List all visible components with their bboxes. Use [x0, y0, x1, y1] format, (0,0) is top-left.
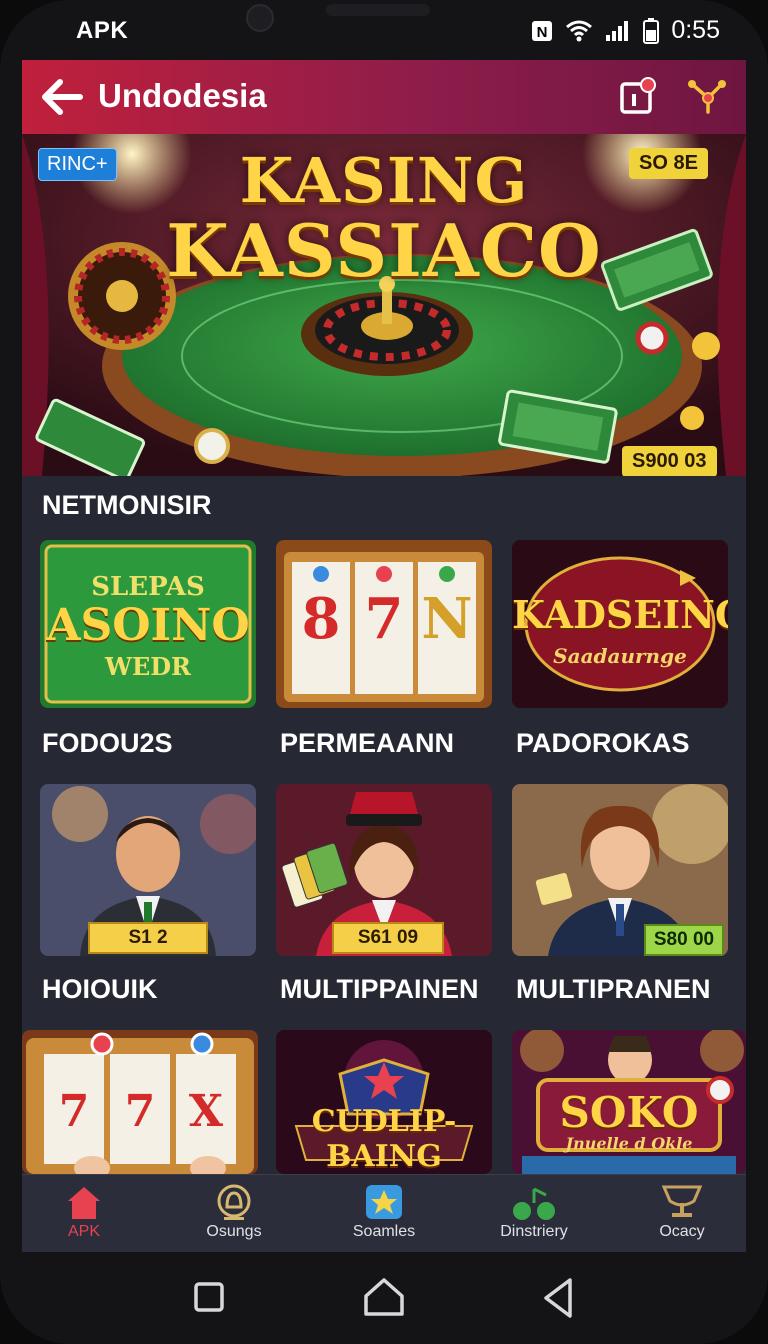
- tile-1-line2: ASOINO: [46, 600, 250, 651]
- tile-6-price-tag: S80 00: [644, 924, 724, 956]
- phone-frame: APK N 0:55 Undodesia RINC+ SO 8E S900 03…: [0, 0, 768, 1344]
- nav-label-dinstriery: Dinstriery: [500, 1223, 568, 1240]
- app-screen: Undodesia RINC+ SO 8E S900 03 KASING KAS…: [22, 60, 746, 1252]
- banner-badge-bottom: S900 03: [622, 446, 717, 476]
- tile-2-label: PERMEAANN: [280, 728, 455, 758]
- reel-symbols: 8 7 N: [292, 586, 476, 652]
- tile-5-label: MULTIPPAINEN: [280, 974, 479, 1004]
- svg-text:N: N: [537, 24, 548, 41]
- tile-9-line1: SOKO: [559, 1088, 699, 1137]
- notification-icon[interactable]: [618, 76, 658, 116]
- nav-item-soamles[interactable]: Soamles: [324, 1175, 444, 1252]
- nav-item-osungs[interactable]: Osungs: [174, 1175, 294, 1252]
- tile-3-label: PADOROKAS: [516, 728, 690, 758]
- reel-symbol-3: X: [188, 1086, 224, 1137]
- game-tile-7[interactable]: 7 7 X: [22, 1030, 258, 1174]
- reel-symbol-1: 7: [58, 1086, 90, 1137]
- reel-symbol-1: 8: [301, 586, 341, 652]
- game-tile-5[interactable]: S61 09: [276, 784, 492, 956]
- share-icon[interactable]: [686, 74, 730, 118]
- recents-icon[interactable]: [180, 1270, 236, 1326]
- nfc-icon: N: [532, 20, 553, 41]
- home-button-icon[interactable]: [356, 1270, 412, 1326]
- nav-label-home: APK: [67, 1223, 100, 1240]
- tile-8-line1: CUDLIP-BAING: [311, 1104, 457, 1174]
- bottom-navigation: APK Osungs Soamles Dinstriery Ocacy: [22, 1174, 746, 1252]
- reel-symbols: 7 7 X: [44, 1086, 236, 1137]
- tile-4-label: HOIOUIK: [42, 974, 158, 1004]
- earpiece-speaker: [326, 4, 430, 16]
- tile-3-line2: Saadaurnge: [553, 644, 687, 668]
- chips-icon: [513, 1187, 555, 1220]
- nav-label-osungs: Osungs: [206, 1223, 262, 1240]
- banner-title-line1: KASING: [239, 144, 529, 217]
- tile-9-line2: Jnuelle d Okle: [565, 1134, 693, 1153]
- reel-symbol-3: N: [421, 586, 473, 652]
- home-icon: [68, 1187, 100, 1219]
- nav-item-dinstriery[interactable]: Dinstriery: [474, 1175, 594, 1252]
- nav-label-soamles: Soamles: [352, 1223, 416, 1240]
- bell-icon: [217, 1184, 251, 1220]
- app-bar: Undodesia: [22, 60, 746, 134]
- nav-item-home[interactable]: APK: [24, 1175, 144, 1252]
- status-bar: APK N 0:55: [0, 0, 768, 62]
- back-button-icon[interactable]: [530, 1270, 586, 1326]
- tile-6-label: MULTIPRANEN: [516, 974, 711, 1004]
- reel-symbol-2: 7: [124, 1086, 156, 1137]
- signal-icon: [606, 20, 629, 41]
- clock: 0:55: [671, 16, 720, 44]
- reel-symbol-2: 7: [364, 586, 404, 652]
- game-tile-4[interactable]: S1 2: [40, 784, 256, 956]
- banner-title-line2: KASSIACO: [166, 208, 602, 293]
- game-tile-9[interactable]: SOKO Jnuelle d Okle: [512, 1030, 746, 1174]
- game-tile-3[interactable]: KADSEINO Saadaurnge: [512, 540, 728, 708]
- hero-banner[interactable]: RINC+ SO 8E S900 03 KASING KASSIACO: [22, 134, 746, 476]
- tile-4-price-tag: S1 2: [88, 922, 208, 954]
- nav-item-ocacy[interactable]: Ocacy: [622, 1175, 742, 1252]
- battery-icon: [643, 17, 660, 44]
- status-icons: N 0:55: [531, 16, 720, 45]
- system-navigation-bar: [0, 1256, 768, 1344]
- game-tile-6[interactable]: S80 00: [512, 784, 728, 956]
- back-arrow-icon[interactable]: [40, 76, 84, 118]
- tile-1-line3: WEDR: [104, 652, 191, 681]
- tile-1-line1: SLEPAS: [91, 572, 205, 602]
- tile-1-label: FODOU2S: [42, 728, 173, 758]
- section-heading: NETMONISIR: [42, 490, 212, 520]
- star-icon: [366, 1185, 402, 1219]
- nav-label-ocacy: Ocacy: [659, 1223, 705, 1240]
- wifi-icon: [566, 20, 593, 41]
- front-camera: [246, 4, 274, 32]
- carrier-label: APK: [76, 17, 129, 44]
- game-tile-8[interactable]: CUDLIP-BAING: [276, 1030, 492, 1174]
- game-tile-2[interactable]: 8 7 N: [276, 540, 492, 708]
- tile-5-price-tag: S61 09: [332, 922, 444, 954]
- tile-3-line1: KADSEINO: [512, 592, 728, 637]
- game-tile-1[interactable]: SLEPAS ASOINO WEDR: [40, 540, 256, 708]
- app-title: Undodesia: [98, 77, 267, 114]
- trophy-icon: [661, 1185, 703, 1217]
